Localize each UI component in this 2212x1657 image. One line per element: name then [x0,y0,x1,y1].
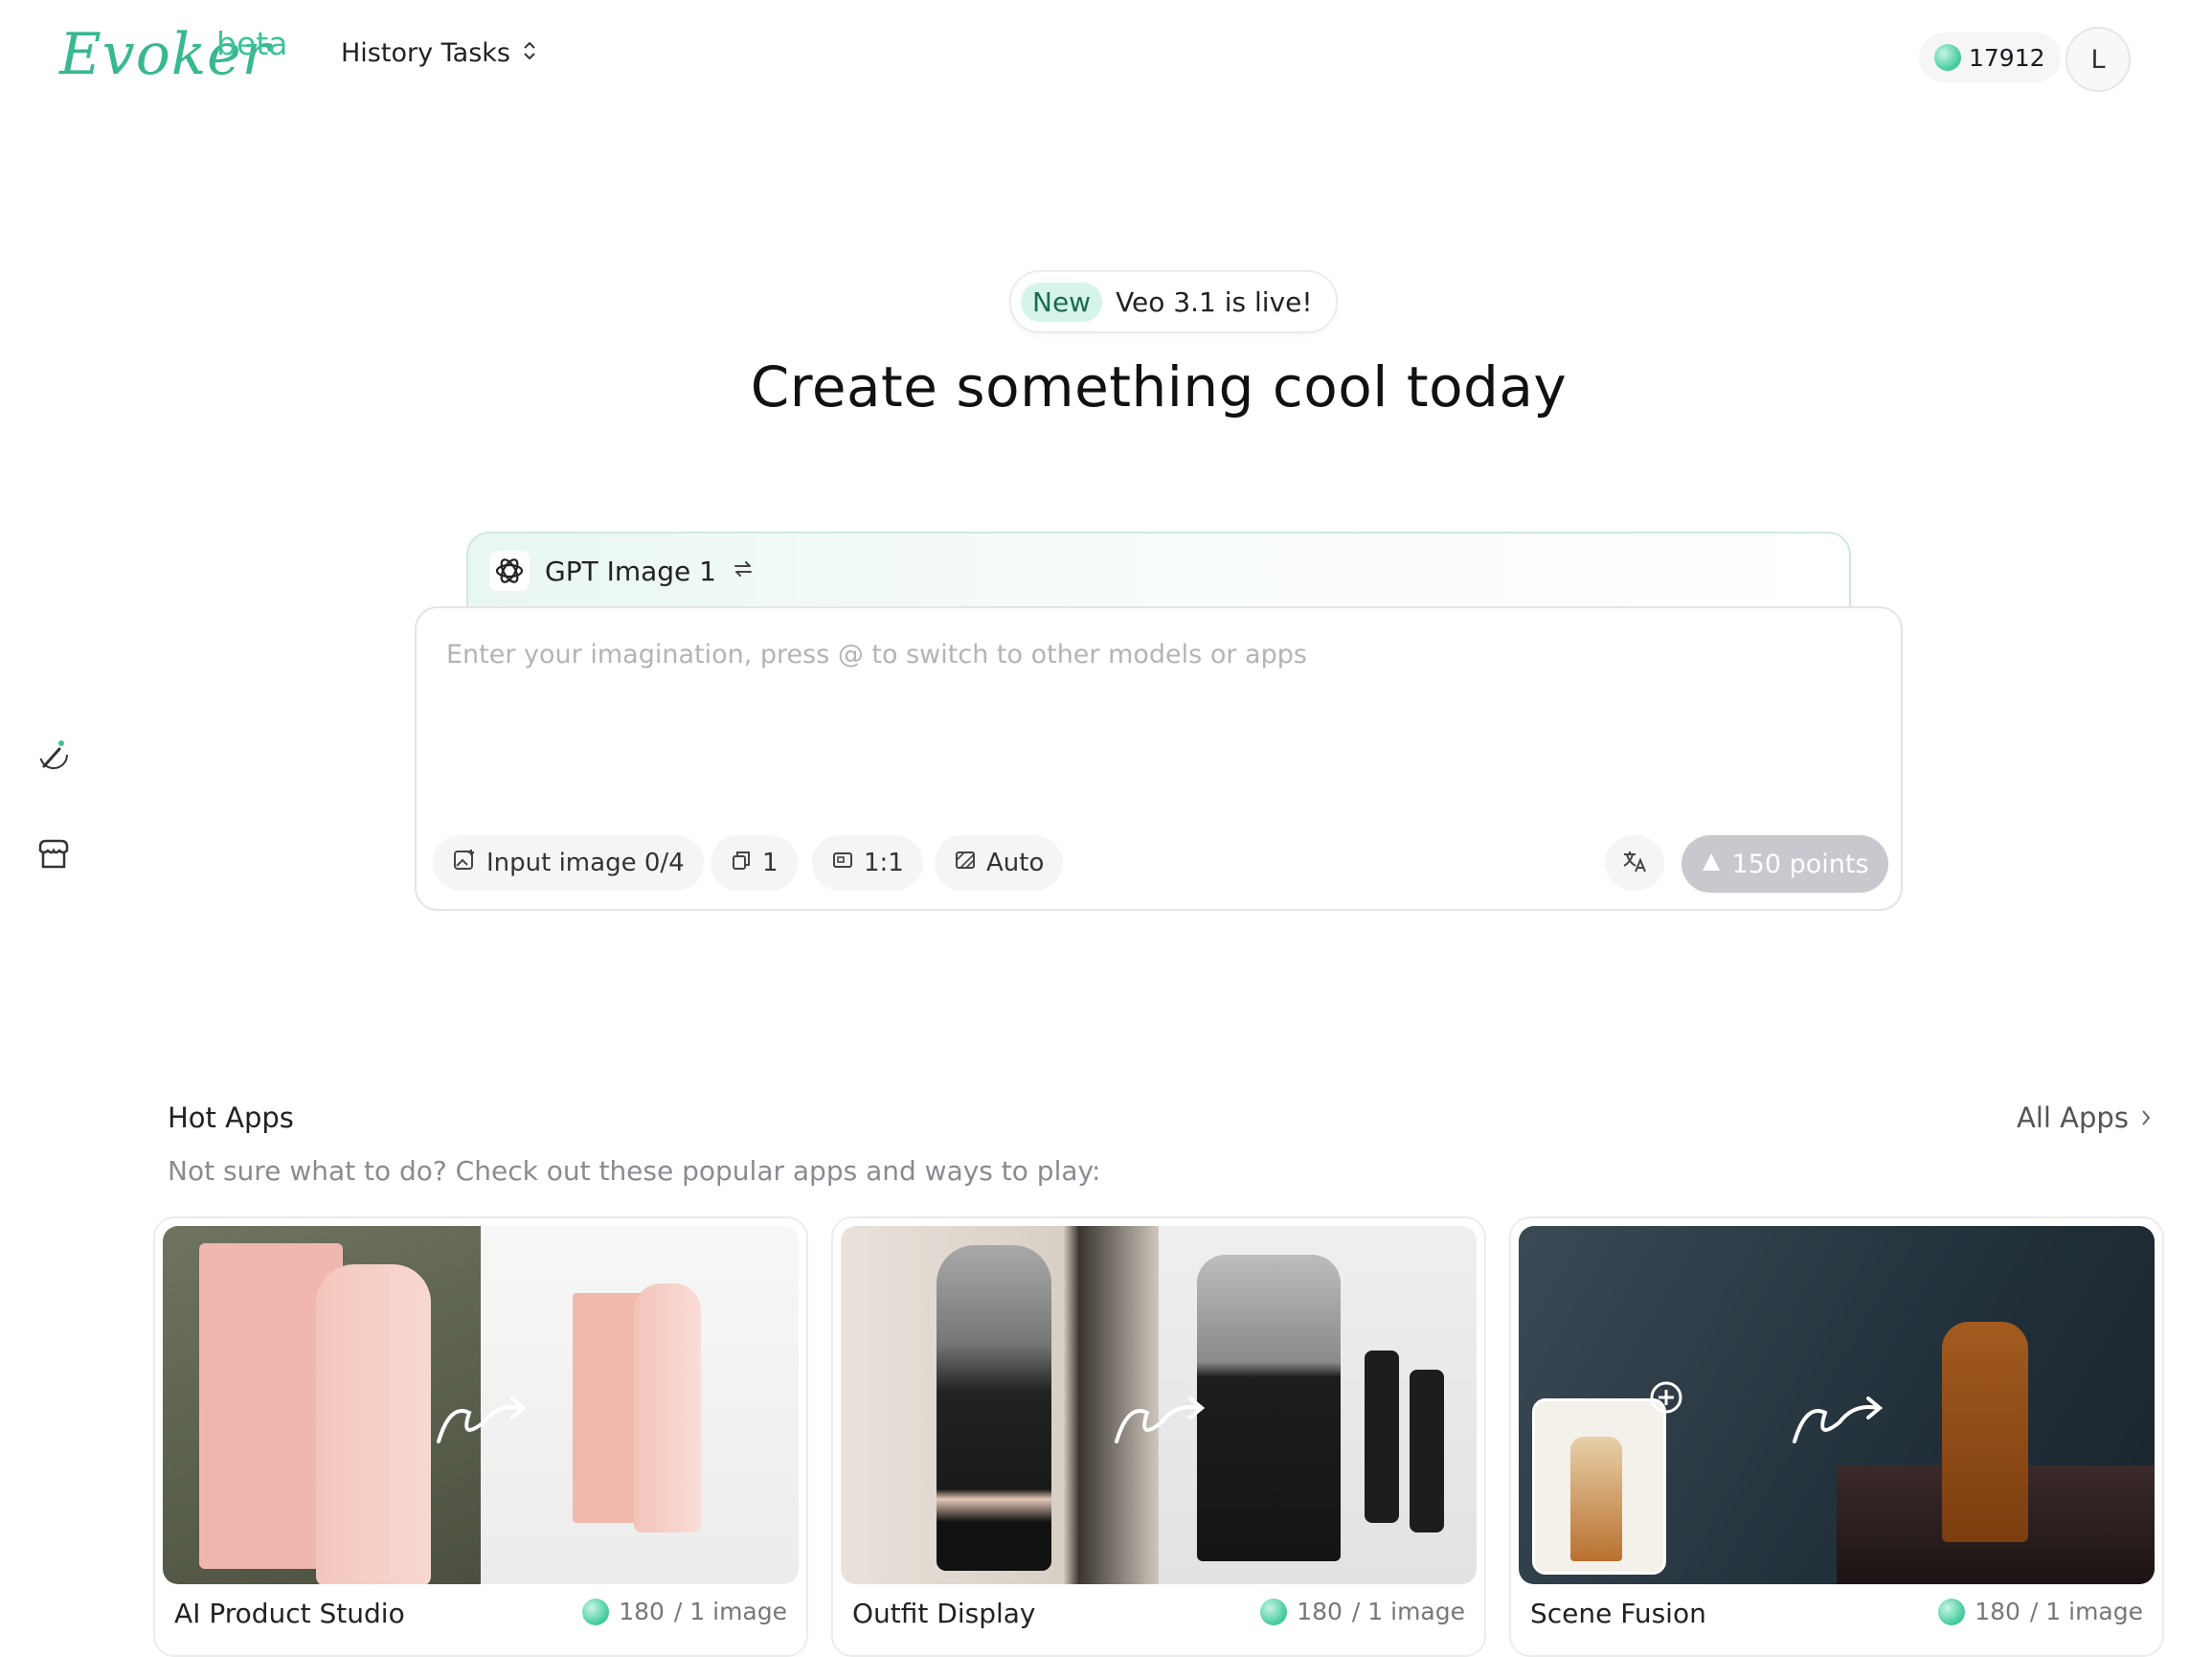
page-title: Create something cool today [750,354,1568,420]
coin-icon [1938,1598,1966,1625]
store-icon[interactable] [33,833,75,875]
quality-button[interactable]: Auto [935,835,1064,891]
input-image-button[interactable]: Input image 0/4 [433,835,704,891]
cost-unit: / 1 image [2029,1598,2143,1625]
points-value: 17912 [1969,43,2045,72]
openai-icon [489,551,530,591]
hot-apps-subtitle: Not sure what to do? Check out these pop… [168,1155,1101,1187]
card-title: Scene Fusion [1530,1598,1706,1629]
cost-value: 180 [1297,1598,1343,1625]
points-balance[interactable]: 17912 [1919,33,2061,82]
ratio-icon [831,849,854,878]
prompt-input[interactable]: Enter your imagination, press @ to switc… [446,640,1307,670]
translate-icon [1620,847,1649,879]
card-cost: 180 / 1 image [1938,1598,2143,1625]
image-count-value: 1 [762,849,779,877]
cost-unit: / 1 image [1351,1598,1465,1625]
chevron-updown-icon [522,38,537,68]
aspect-ratio-value: 1:1 [864,849,904,877]
input-image-label: Input image 0/4 [486,849,685,877]
cost-value: 180 [1975,1598,2020,1625]
card-title: Outfit Display [852,1598,1036,1629]
all-apps-link[interactable]: All Apps [2017,1101,2152,1134]
card-preview-image [1519,1226,2155,1584]
copy-icon [730,849,753,878]
quality-value: Auto [986,849,1045,877]
card-cost: 180 / 1 image [1260,1598,1465,1625]
new-badge: New [1021,282,1103,322]
announcement-pill[interactable]: New Veo 3.1 is live! [1009,270,1338,333]
app-card-scene-fusion[interactable]: Scene Fusion 180 / 1 image [1509,1216,2164,1657]
model-selector[interactable]: GPT Image 1 [466,532,1851,608]
model-name: GPT Image 1 [545,555,716,587]
magic-wand-icon[interactable] [33,734,75,776]
swap-icon[interactable] [732,557,755,584]
cost-unit: / 1 image [673,1598,787,1625]
card-title: AI Product Studio [174,1598,405,1629]
arrow-up-icon [1701,850,1722,879]
coin-icon [1934,44,1961,71]
card-preview-image [841,1226,1477,1584]
coin-icon [1260,1598,1288,1625]
chevron-right-icon [2140,1101,2152,1134]
submit-button[interactable]: 150 points [1682,835,1888,893]
app-card-ai-product-studio[interactable]: AI Product Studio 180 / 1 image [153,1216,808,1657]
aspect-ratio-button[interactable]: 1:1 [812,835,923,891]
avatar[interactable]: L [2065,27,2131,92]
card-preview-image [163,1226,799,1584]
history-tasks-dropdown[interactable]: History Tasks [341,38,537,68]
all-apps-label: All Apps [2017,1101,2129,1134]
quality-icon [954,849,977,878]
coin-icon [582,1598,610,1625]
history-tasks-label: History Tasks [341,38,510,68]
app-card-outfit-display[interactable]: Outfit Display 180 / 1 image [831,1216,1486,1657]
image-count-button[interactable]: 1 [711,835,798,891]
hot-apps-title: Hot Apps [168,1101,294,1134]
cost-value: 180 [619,1598,665,1625]
submit-label: 150 points [1731,849,1869,879]
translate-button[interactable] [1605,835,1664,891]
announcement-text: Veo 3.1 is live! [1116,285,1313,318]
beta-label: beta [216,25,288,62]
image-icon [452,848,477,879]
card-cost: 180 / 1 image [582,1598,787,1625]
